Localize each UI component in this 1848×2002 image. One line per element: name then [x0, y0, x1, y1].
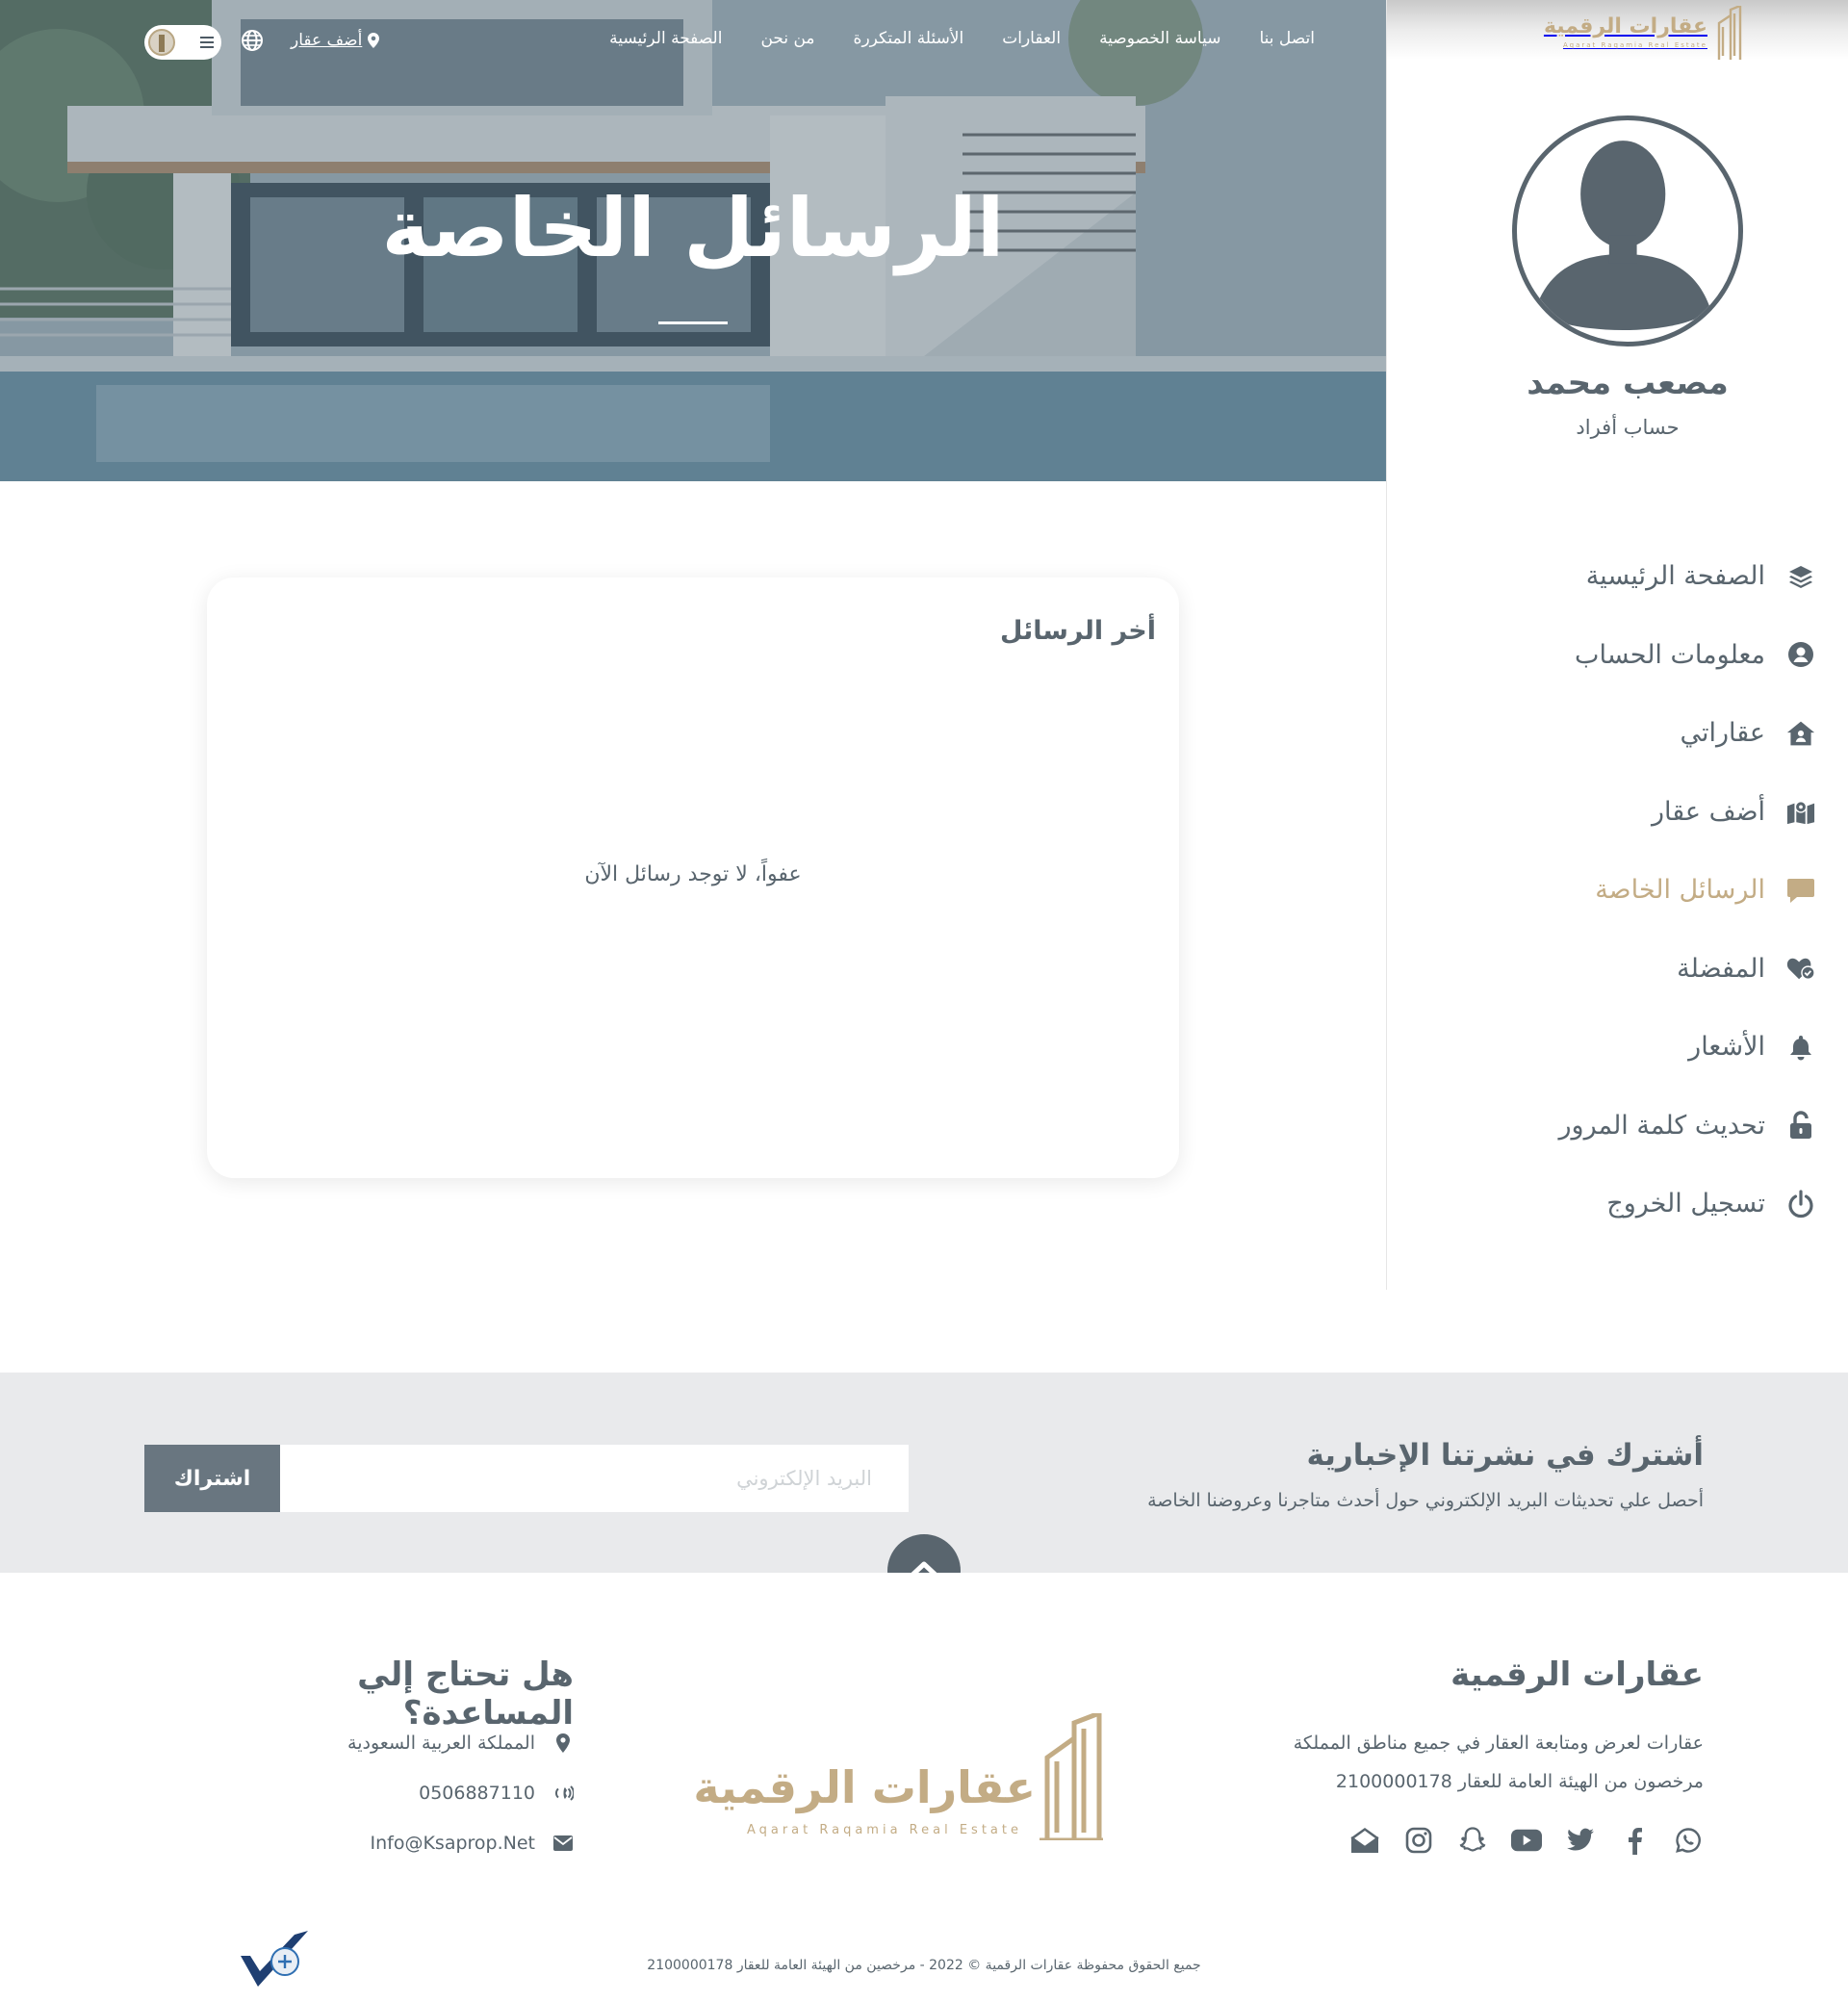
brand-mini-avatar: [148, 29, 175, 56]
footer-location-text: المملكة العربية السعودية: [347, 1732, 535, 1754]
copyright-text: جميع الحقوق محفوظة عقارات الرقمية © 2022…: [647, 1958, 1201, 1973]
social-links: [1349, 1825, 1704, 1856]
bell-icon: [1786, 1033, 1815, 1062]
unlock-icon: [1786, 1111, 1815, 1140]
twitter-icon[interactable]: [1565, 1825, 1596, 1856]
menu-item-label: أضف عقار: [1652, 796, 1765, 827]
menu-item-label: معلومات الحساب: [1575, 639, 1765, 670]
top-navigation: الصفحة الرئيسية من نحن الأسئلة المتكررة …: [0, 0, 1386, 83]
footer-about-line1: عقارات لعرض ومتابعة العقار في جميع مناطق…: [1293, 1732, 1704, 1754]
menu-item-add-property[interactable]: أضف عقار: [1430, 773, 1815, 852]
menu-item-label: المفضلة: [1677, 953, 1765, 984]
newsletter-subtitle: أحصل علي تحديثات البريد الإلكتروني حول أ…: [1147, 1490, 1704, 1511]
menu-item-label: الرسائل الخاصة: [1595, 875, 1765, 906]
footer-phone-text: 0506887110: [419, 1783, 535, 1804]
newsletter-title: أشترك في نشرتنا الإخبارية: [1306, 1438, 1704, 1473]
menu-item-favorites[interactable]: المفضلة: [1430, 930, 1815, 1009]
footer-logo: عقارات الرقمية Aqarat Raqamia Real Estat…: [693, 1713, 1109, 1840]
footer-email[interactable]: Info@Ksaprop.Net: [318, 1833, 574, 1854]
menu-item-private-messages[interactable]: الرسائل الخاصة: [1430, 851, 1815, 930]
footer-email-text: Info@Ksaprop.Net: [370, 1833, 536, 1854]
menu-item-account-info[interactable]: معلومات الحساب: [1430, 616, 1815, 695]
envelope-icon: [552, 1833, 574, 1854]
messages-empty-state: عفواً، لا توجد رسائل الآن: [584, 862, 802, 886]
page-title: الرسائل الخاصة: [381, 181, 1005, 275]
nav-add-property-link[interactable]: أضف عقار: [291, 31, 380, 50]
site-footer: عقارات الرقمية عقارات لعرض ومتابعة العقا…: [0, 1573, 1848, 2002]
facebook-icon[interactable]: [1619, 1825, 1650, 1856]
nav-add-property-label: أضف عقار: [291, 31, 363, 50]
whatsapp-icon[interactable]: [1673, 1825, 1704, 1856]
menu-item-label: تحديث كلمة المرور: [1558, 1110, 1766, 1141]
map-pin-icon: [368, 33, 380, 48]
messages-card: أخر الرسائل عفواً، لا توجد رسائل الآن: [207, 578, 1179, 1178]
sidebar-brand-name: عقارات الرقمية: [1543, 14, 1707, 38]
menu-item-logout[interactable]: تسجيل الخروج: [1430, 1165, 1815, 1244]
envelope-open-icon[interactable]: [1349, 1825, 1380, 1856]
house-user-icon: [1786, 719, 1815, 748]
nav-link-contact[interactable]: اتصل بنا: [1259, 29, 1315, 48]
footer-location: المملكة العربية السعودية: [318, 1732, 574, 1754]
nav-link-faq[interactable]: الأسئلة المتكررة: [854, 29, 964, 48]
profile-account-type: حساب أفراد: [1576, 416, 1680, 439]
layers-icon: [1786, 562, 1815, 591]
menu-item-update-password[interactable]: تحديث كلمة المرور: [1430, 1087, 1815, 1166]
phone-volume-icon: [552, 1783, 574, 1804]
profile-sidebar: عقارات الرقمية Aqarat Raqamia Real Estat…: [1386, 0, 1848, 1290]
map-marker-icon: [1786, 797, 1815, 826]
globe-icon[interactable]: [241, 29, 264, 52]
profile-name: مصعب محمد: [1527, 364, 1729, 402]
messages-card-title: أخر الرسائل: [999, 616, 1156, 646]
building-logo-icon: [1040, 1713, 1103, 1840]
menu-item-label: عقاراتي: [1680, 718, 1765, 749]
hamburger-icon: [200, 34, 214, 51]
message-icon: [1786, 876, 1815, 905]
menu-item-my-properties[interactable]: عقاراتي: [1430, 694, 1815, 773]
nav-link-properties[interactable]: العقارات: [1002, 29, 1061, 48]
menu-item-label: الأشعار: [1688, 1032, 1765, 1063]
nav-link-home[interactable]: الصفحة الرئيسية: [609, 29, 722, 48]
footer-phone[interactable]: 0506887110: [318, 1783, 574, 1804]
nav-link-about[interactable]: من نحن: [760, 29, 814, 48]
newsletter-email-input[interactable]: [279, 1445, 909, 1512]
sidebar-logo[interactable]: عقارات الرقمية Aqarat Raqamia Real Estat…: [1544, 6, 1742, 60]
account-menu: الصفحة الرئيسية معلومات الحساب عقاراتي أ…: [1430, 537, 1815, 1244]
footer-brand-tagline: Aqarat Raqamia Real Estate: [746, 1823, 1022, 1837]
profile-avatar: [1512, 116, 1743, 346]
menu-item-label: تسجيل الخروج: [1606, 1189, 1765, 1219]
building-logo-icon: [1717, 6, 1742, 60]
footer-brand-name: عقارات الرقمية: [693, 1761, 1036, 1813]
user-silhouette-icon: [1535, 141, 1711, 331]
nav-links: الصفحة الرئيسية من نحن الأسئلة المتكررة …: [609, 29, 1315, 48]
instagram-icon[interactable]: [1403, 1825, 1434, 1856]
user-circle-icon: [1786, 640, 1815, 669]
sidebar-brand-tagline: Aqarat Raqamia Real Estate: [1562, 41, 1707, 49]
menu-item-notifications[interactable]: الأشعار: [1430, 1008, 1815, 1087]
power-icon: [1786, 1190, 1815, 1219]
subscribe-button[interactable]: اشتراك: [144, 1445, 280, 1512]
footer-about-line2: مرخصون من الهيئة العامة للعقار 210000017…: [1335, 1771, 1704, 1792]
heart-check-icon: [1786, 954, 1815, 983]
youtube-icon[interactable]: [1511, 1825, 1542, 1856]
map-pin-icon: [552, 1732, 574, 1754]
footer-about-title: عقارات الرقمية: [1450, 1656, 1704, 1694]
menu-item-label: الصفحة الرئيسية: [1585, 561, 1765, 592]
footer-help-title: هل تحتاج إلي المساعدة؟: [357, 1656, 574, 1732]
user-menu-toggle[interactable]: [144, 25, 221, 60]
snapchat-icon[interactable]: [1457, 1825, 1488, 1856]
menu-item-home[interactable]: الصفحة الرئيسية: [1430, 537, 1815, 616]
title-underline: [658, 321, 728, 324]
nav-link-privacy[interactable]: سياسة الخصوصية: [1099, 29, 1220, 48]
